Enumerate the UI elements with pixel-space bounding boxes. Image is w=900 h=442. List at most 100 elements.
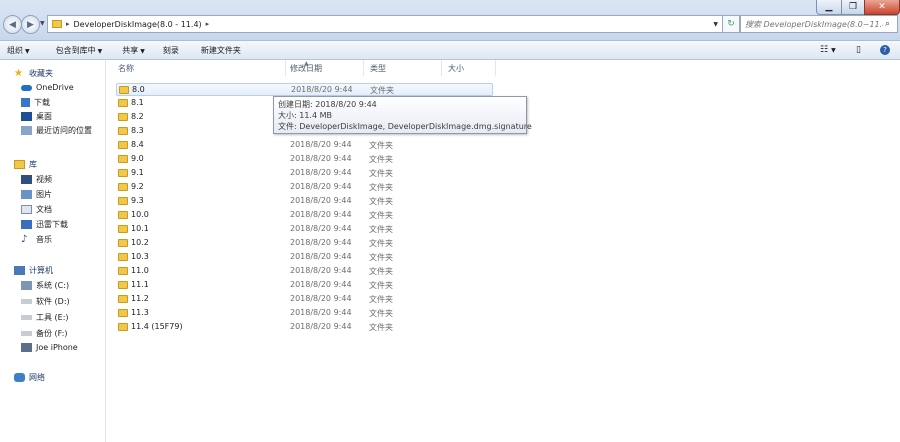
search-input[interactable]: [741, 18, 885, 30]
folder-icon: [118, 197, 128, 205]
table-row[interactable]: 11.2 2018/8/20 9:44 文件夹: [116, 293, 493, 306]
view-icon: ☷: [820, 45, 829, 55]
drive-icon: [21, 331, 32, 336]
nav-videos[interactable]: 视频: [21, 174, 52, 185]
title-bar: ▁ ❐ ✕ ◀ ▶ ▼ ▸ DeveloperDiskImage(8.0 - 1…: [0, 0, 900, 41]
nav-computer[interactable]: 计算机: [14, 265, 53, 276]
forward-arrow-icon: ▶: [27, 19, 34, 30]
music-icon: ♪: [21, 234, 28, 245]
drive-icon: [21, 299, 32, 304]
column-size[interactable]: 大小: [442, 60, 496, 76]
folder-icon: [118, 309, 128, 317]
document-icon: [21, 205, 32, 214]
back-arrow-icon: ◀: [9, 19, 16, 30]
recent-places-icon: [21, 126, 32, 135]
folder-icon: [118, 295, 128, 303]
nav-thunder-downloads[interactable]: 迅雷下载: [21, 219, 68, 230]
computer-icon: [14, 266, 25, 275]
nav-documents[interactable]: 文档: [21, 204, 52, 215]
table-row[interactable]: 11.0 2018/8/20 9:44 文件夹: [116, 265, 493, 278]
folder-icon: [118, 183, 128, 191]
command-bar: 组织 ▼ 包含到库中 ▼ 共享 ▼ 刻录 新建文件夹 ☷ ▼ ▯ ?: [0, 41, 900, 60]
nav-drive-f[interactable]: 备份 (F:): [21, 328, 67, 339]
table-row[interactable]: 9.1 2018/8/20 9:44 文件夹: [116, 167, 493, 180]
table-row[interactable]: 8.4 2018/8/20 9:44 文件夹: [116, 139, 493, 152]
system-drive-icon: [21, 281, 32, 290]
picture-icon: [21, 190, 32, 199]
phone-icon: [21, 343, 32, 352]
organize-button[interactable]: 组织 ▼: [0, 45, 37, 56]
table-row[interactable]: 11.4 (15F79) 2018/8/20 9:44 文件夹: [116, 321, 493, 334]
help-icon: ?: [880, 45, 890, 55]
nav-drive-c[interactable]: 系统 (C:): [21, 280, 69, 291]
desktop-icon: [21, 112, 32, 121]
share-button[interactable]: 共享 ▼: [115, 45, 152, 56]
folder-icon: [118, 141, 128, 149]
table-row[interactable]: 11.1 2018/8/20 9:44 文件夹: [116, 279, 493, 292]
table-row[interactable]: 8.0 2018/8/20 9:44 文件夹: [116, 83, 493, 96]
cloud-icon: [21, 84, 32, 91]
network-icon: [14, 373, 25, 382]
nav-onedrive[interactable]: OneDrive: [21, 83, 74, 92]
preview-pane-button[interactable]: ▯: [856, 41, 861, 59]
close-button[interactable]: ✕: [864, 0, 900, 15]
nav-desktop[interactable]: 桌面: [21, 111, 52, 122]
include-in-library-button[interactable]: 包含到库中 ▼: [49, 45, 110, 56]
folder-icon: [119, 86, 129, 94]
folder-icon: [118, 225, 128, 233]
forward-button[interactable]: ▶: [21, 15, 40, 34]
refresh-icon: ↻: [727, 19, 735, 29]
maximize-button[interactable]: ❐: [841, 0, 865, 15]
folder-icon: [118, 253, 128, 261]
new-folder-button[interactable]: 新建文件夹: [194, 45, 248, 56]
folder-icon: [118, 239, 128, 247]
nav-pictures[interactable]: 图片: [21, 189, 52, 200]
breadcrumb-chevron[interactable]: ▸: [66, 20, 70, 28]
recent-pages-dropdown[interactable]: ▼: [40, 20, 45, 27]
table-row[interactable]: 10.0 2018/8/20 9:44 文件夹: [116, 209, 493, 222]
table-row[interactable]: 11.3 2018/8/20 9:44 文件夹: [116, 307, 493, 320]
search-icon[interactable]: ⌕: [885, 19, 890, 29]
help-button[interactable]: ?: [880, 41, 890, 59]
back-button[interactable]: ◀: [3, 15, 22, 34]
breadcrumb-chevron-2[interactable]: ▸: [206, 20, 210, 28]
thunder-download-icon: [21, 220, 32, 229]
nav-iphone[interactable]: Joe iPhone: [21, 343, 78, 352]
refresh-button[interactable]: ↻: [722, 15, 740, 33]
breadcrumb-current[interactable]: DeveloperDiskImage(8.0 - 11.4): [74, 20, 202, 29]
nav-libraries[interactable]: 库: [14, 159, 37, 170]
table-row[interactable]: 9.0 2018/8/20 9:44 文件夹: [116, 153, 493, 166]
address-dropdown-icon[interactable]: ▼: [713, 21, 718, 28]
tooltip-size: 大小: 11.4 MB: [278, 111, 332, 120]
nav-drive-d[interactable]: 软件 (D:): [21, 296, 70, 307]
column-type[interactable]: 类型: [364, 60, 442, 76]
folder-info-tooltip: 创建日期: 2018/8/20 9:44 大小: 11.4 MB 文件: Dev…: [273, 96, 532, 134]
table-row[interactable]: 10.1 2018/8/20 9:44 文件夹: [116, 223, 493, 236]
nav-favorites[interactable]: ★ 收藏夹: [14, 68, 53, 79]
table-row[interactable]: 10.2 2018/8/20 9:44 文件夹: [116, 237, 493, 250]
tooltip-created: 创建日期: 2018/8/20 9:44: [278, 100, 377, 109]
preview-pane-icon: ▯: [856, 45, 861, 55]
folder-icon: [118, 127, 128, 135]
download-icon: [21, 98, 30, 107]
star-icon: ★: [14, 68, 23, 79]
table-row[interactable]: 9.2 2018/8/20 9:44 文件夹: [116, 181, 493, 194]
search-box[interactable]: ⌕: [740, 15, 898, 33]
nav-music[interactable]: ♪ 音乐: [21, 234, 52, 245]
folder-icon: [118, 169, 128, 177]
folder-icon: [118, 155, 128, 163]
nav-network[interactable]: 网络: [14, 372, 45, 383]
view-options-button[interactable]: ☷ ▼: [820, 41, 836, 59]
minimize-button[interactable]: ▁: [816, 0, 842, 15]
nav-drive-e[interactable]: 工具 (E:): [21, 312, 69, 323]
column-header: 名称 ▲ 修改日期 类型 大小: [106, 60, 900, 76]
burn-button[interactable]: 刻录: [156, 45, 186, 56]
table-row[interactable]: 10.3 2018/8/20 9:44 文件夹: [116, 251, 493, 264]
address-bar[interactable]: ▸ DeveloperDiskImage(8.0 - 11.4) ▸ ▼: [47, 15, 723, 33]
column-name[interactable]: 名称: [112, 60, 286, 76]
column-modified[interactable]: 修改日期: [284, 60, 364, 76]
nav-downloads[interactable]: 下载: [21, 97, 50, 108]
tooltip-files: 文件: DeveloperDiskImage, DeveloperDiskIma…: [278, 122, 532, 131]
table-row[interactable]: 9.3 2018/8/20 9:44 文件夹: [116, 195, 493, 208]
nav-recent[interactable]: 最近访问的位置: [21, 125, 92, 136]
